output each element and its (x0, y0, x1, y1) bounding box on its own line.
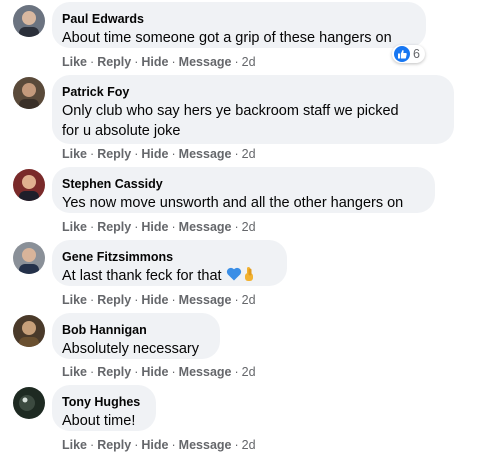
message-action[interactable]: Message (179, 293, 232, 307)
reaction-count-value: 6 (413, 47, 420, 61)
message-action[interactable]: Message (179, 220, 232, 234)
comment-author[interactable]: Patrick Foy (62, 84, 442, 100)
hide-action[interactable]: Hide (141, 220, 168, 234)
hide-action[interactable]: Hide (141, 147, 168, 161)
comment-author[interactable]: Bob Hannigan (62, 322, 208, 338)
reply-action[interactable]: Reply (97, 365, 131, 379)
comment-text: About time someone got a grip of these h… (62, 30, 392, 46)
comment-bubble: Gene Fitzsimmons At last thank feck for … (52, 240, 287, 286)
comment-author[interactable]: Stephen Cassidy (62, 176, 423, 192)
comment-text-row: At last thank feck for that (62, 266, 275, 288)
crossed-fingers-icon (242, 266, 256, 288)
reaction-count[interactable]: 6 (392, 45, 425, 63)
comment-actions: Like · Reply · Hide · Message · 2d (62, 438, 256, 452)
comment-actions: Like · Reply · Hide · Message · 2d (62, 220, 256, 234)
avatar[interactable] (13, 242, 45, 274)
comment-actions: Like · Reply · Hide · Message · 2d (62, 365, 256, 379)
comment-author[interactable]: Gene Fitzsimmons (62, 249, 275, 265)
comment-timestamp[interactable]: 2d (242, 147, 256, 161)
comment-bubble: Stephen Cassidy Yes now move unsworth an… (52, 167, 435, 213)
thumbs-up-icon (394, 46, 410, 62)
hide-action[interactable]: Hide (141, 438, 168, 452)
reply-action[interactable]: Reply (97, 293, 131, 307)
comment-text: At last thank feck for that (62, 268, 222, 284)
comment-author[interactable]: Tony Hughes (62, 394, 144, 410)
message-action[interactable]: Message (179, 147, 232, 161)
comment-bubble: Bob Hannigan Absolutely necessary (52, 313, 220, 359)
like-action[interactable]: Like (62, 55, 87, 69)
blue-heart-icon (226, 266, 242, 288)
comment-timestamp[interactable]: 2d (242, 438, 256, 452)
avatar[interactable] (13, 5, 45, 37)
like-action[interactable]: Like (62, 438, 87, 452)
like-action[interactable]: Like (62, 365, 87, 379)
comment-bubble: Paul Edwards About time someone got a gr… (52, 2, 426, 48)
comment-actions: Like · Reply · Hide · Message · 2d (62, 55, 256, 69)
comment-timestamp[interactable]: 2d (242, 293, 256, 307)
like-action[interactable]: Like (62, 147, 87, 161)
comment-timestamp[interactable]: 2d (242, 55, 256, 69)
reply-action[interactable]: Reply (97, 147, 131, 161)
reply-action[interactable]: Reply (97, 220, 131, 234)
comment-text: About time! (62, 413, 136, 429)
message-action[interactable]: Message (179, 55, 232, 69)
comment-text: Yes now move unsworth and all the other … (62, 195, 404, 211)
avatar[interactable] (13, 169, 45, 201)
comment-bubble: Patrick Foy Only club who say hers ye ba… (52, 75, 454, 144)
comment-timestamp[interactable]: 2d (242, 365, 256, 379)
comment-timestamp[interactable]: 2d (242, 220, 256, 234)
comment-text-line: Only club who say hers ye backroom staff… (62, 103, 399, 119)
like-action[interactable]: Like (62, 220, 87, 234)
avatar[interactable] (13, 387, 45, 419)
comment-actions: Like · Reply · Hide · Message · 2d (62, 147, 256, 161)
hide-action[interactable]: Hide (141, 293, 168, 307)
reply-action[interactable]: Reply (97, 438, 131, 452)
reply-action[interactable]: Reply (97, 55, 131, 69)
comment-text: Absolutely necessary (62, 341, 200, 357)
comment-text-line: for u absolute joke (62, 123, 181, 139)
message-action[interactable]: Message (179, 438, 232, 452)
like-action[interactable]: Like (62, 293, 87, 307)
hide-action[interactable]: Hide (141, 365, 168, 379)
message-action[interactable]: Message (179, 365, 232, 379)
hide-action[interactable]: Hide (141, 55, 168, 69)
comment-actions: Like · Reply · Hide · Message · 2d (62, 293, 256, 307)
avatar[interactable] (13, 315, 45, 347)
avatar[interactable] (13, 77, 45, 109)
comment-bubble: Tony Hughes About time! (52, 385, 156, 431)
comment-author[interactable]: Paul Edwards (62, 11, 414, 27)
